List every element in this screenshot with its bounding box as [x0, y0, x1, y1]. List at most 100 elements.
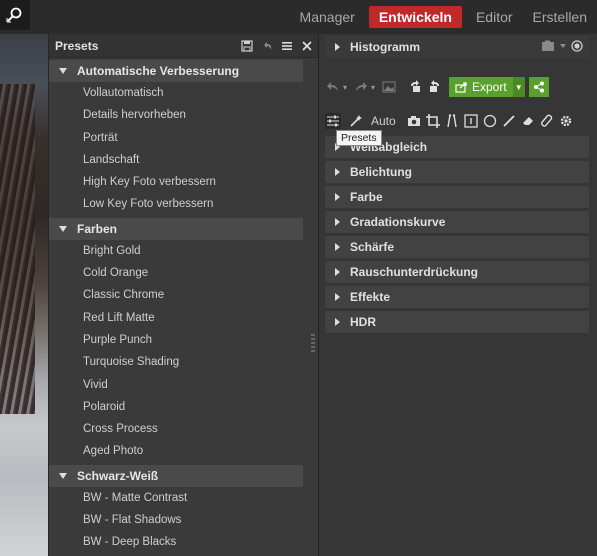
export-label: Export	[472, 80, 507, 94]
category-schwarz-weiss[interactable]: Schwarz-Weiß	[49, 464, 303, 487]
presets-scrollbar[interactable]	[303, 58, 317, 556]
section-label: HDR	[350, 315, 376, 329]
export-button[interactable]: Export	[449, 77, 513, 97]
histogram-controls	[541, 40, 583, 52]
preset-item[interactable]: BW - Deep Blacks	[49, 531, 303, 553]
share-button[interactable]	[528, 77, 549, 97]
section-schaerfe[interactable]: Schärfe	[325, 236, 589, 258]
panel-resize-grip[interactable]	[311, 334, 315, 354]
search-tool-button[interactable]	[0, 0, 30, 30]
undo-icon[interactable]	[325, 79, 341, 95]
expand-triangle-icon	[335, 168, 340, 176]
category-automatische-verbesserung[interactable]: Automatische Verbesserung	[49, 60, 303, 82]
export-dropdown-button[interactable]: ▼	[512, 77, 525, 97]
preset-item[interactable]: Turquoise Shading	[49, 351, 303, 373]
category-farben[interactable]: Farben	[49, 217, 303, 240]
section-label: Effekte	[350, 290, 391, 304]
preset-item[interactable]: Polaroid	[49, 396, 303, 418]
mode-manager[interactable]: Manager	[290, 6, 365, 28]
photo-preview[interactable]	[0, 34, 48, 556]
rotate-right-icon[interactable]	[427, 79, 443, 95]
section-farbe[interactable]: Farbe	[325, 186, 589, 208]
presets-tooltip: Presets	[336, 130, 382, 146]
preset-item[interactable]: Cold Orange	[49, 262, 303, 284]
image-icon[interactable]	[381, 79, 397, 95]
section-rauschunterdrueckung[interactable]: Rauschunterdrückung	[325, 261, 589, 283]
preset-item[interactable]: Landschaft	[49, 149, 303, 171]
mode-erstellen[interactable]: Erstellen	[523, 6, 597, 28]
camera-icon[interactable]	[406, 113, 422, 129]
auto-wand-icon[interactable]	[348, 113, 364, 129]
save-preset-icon[interactable]	[238, 37, 256, 55]
histogram-label: Histogramm	[350, 40, 421, 54]
expand-triangle-icon	[335, 318, 340, 326]
undo-preset-icon[interactable]	[258, 37, 276, 55]
presets-list: Automatische Verbesserung Vollautomatisc…	[49, 58, 303, 556]
collapse-triangle-icon	[59, 68, 67, 74]
presets-sliders-icon[interactable]	[325, 113, 341, 129]
presets-header: Presets	[49, 34, 318, 58]
preset-item[interactable]: Cross Process	[49, 418, 303, 440]
expand-triangle-icon	[335, 43, 340, 51]
crop-icon[interactable]	[425, 113, 441, 129]
perspective-icon[interactable]	[444, 113, 460, 129]
preset-item[interactable]: Porträt	[49, 127, 303, 149]
healing-brush-icon[interactable]	[539, 113, 555, 129]
gradient-filter-icon[interactable]	[463, 113, 479, 129]
redo-icon[interactable]	[353, 79, 369, 95]
mode-editor[interactable]: Editor	[466, 6, 523, 28]
section-effekte[interactable]: Effekte	[325, 286, 589, 308]
category-label: Farben	[77, 221, 118, 236]
brush-icon[interactable]	[501, 113, 517, 129]
preset-item[interactable]: High Key Foto verbessern	[49, 171, 303, 193]
histogram-header[interactable]: Histogramm	[325, 36, 589, 58]
radio-target-icon[interactable]	[571, 40, 583, 52]
expand-triangle-icon	[335, 243, 340, 251]
edit-toolbar: ▾ ▾ Export ▼	[325, 76, 589, 98]
section-label: Rauschunterdrückung	[350, 265, 479, 279]
expand-triangle-icon	[335, 218, 340, 226]
share-icon	[533, 81, 544, 93]
preset-item[interactable]: Vollautomatisch	[49, 82, 303, 104]
mode-entwickeln[interactable]: Entwickeln	[368, 6, 462, 28]
top-bar: Manager Entwickeln Editor Erstellen	[0, 0, 597, 34]
camera-icon[interactable]	[541, 40, 555, 52]
expand-triangle-icon	[335, 268, 340, 276]
menu-icon[interactable]	[278, 37, 296, 55]
section-label: Belichtung	[350, 165, 412, 179]
preset-item[interactable]: Aged Photo	[49, 440, 303, 462]
mode-switcher: Manager Entwickeln Editor Erstellen	[290, 6, 597, 28]
preset-item[interactable]: Details hervorheben	[49, 104, 303, 126]
export-icon	[455, 82, 467, 93]
category-label: Schwarz-Weiß	[77, 468, 159, 483]
category-label: Automatische Verbesserung	[77, 64, 240, 78]
preset-item[interactable]: Vivid	[49, 374, 303, 396]
chevron-down-icon[interactable]: ▾	[369, 79, 377, 95]
auto-label[interactable]: Auto	[371, 114, 396, 128]
section-belichtung[interactable]: Belichtung	[325, 161, 589, 183]
section-label: Gradationskurve	[350, 215, 446, 229]
photo-trees	[0, 84, 35, 414]
gear-icon[interactable]	[558, 113, 574, 129]
radial-filter-icon[interactable]	[482, 113, 498, 129]
collapse-triangle-icon	[59, 225, 67, 232]
eraser-icon[interactable]	[520, 113, 536, 129]
preset-item[interactable]: Purple Punch	[49, 329, 303, 351]
chevron-down-icon[interactable]: ▾	[341, 79, 349, 95]
rotate-left-icon[interactable]	[407, 79, 423, 95]
collapse-triangle-icon	[59, 472, 67, 479]
section-hdr[interactable]: HDR	[325, 311, 589, 333]
preset-item[interactable]: Low Key Foto verbessern	[49, 193, 303, 215]
chevron-down-icon[interactable]	[559, 42, 567, 50]
adjust-toolbar: Auto	[325, 111, 589, 131]
close-icon[interactable]	[298, 37, 316, 55]
preset-item[interactable]: BW - Flat Shadows	[49, 509, 303, 531]
preset-item[interactable]: BW - Matte Contrast	[49, 487, 303, 509]
preset-item[interactable]: Red Lift Matte	[49, 307, 303, 329]
presets-panel: Presets Automatische Verbesserung Vollau…	[48, 34, 318, 556]
develop-panel: Histogramm ▾ ▾ Export ▼ Auto Weißabgleic…	[318, 34, 597, 556]
section-label: Schärfe	[350, 240, 395, 254]
preset-item[interactable]: Classic Chrome	[49, 284, 303, 306]
preset-item[interactable]: Bright Gold	[49, 240, 303, 262]
section-gradationskurve[interactable]: Gradationskurve	[325, 211, 589, 233]
